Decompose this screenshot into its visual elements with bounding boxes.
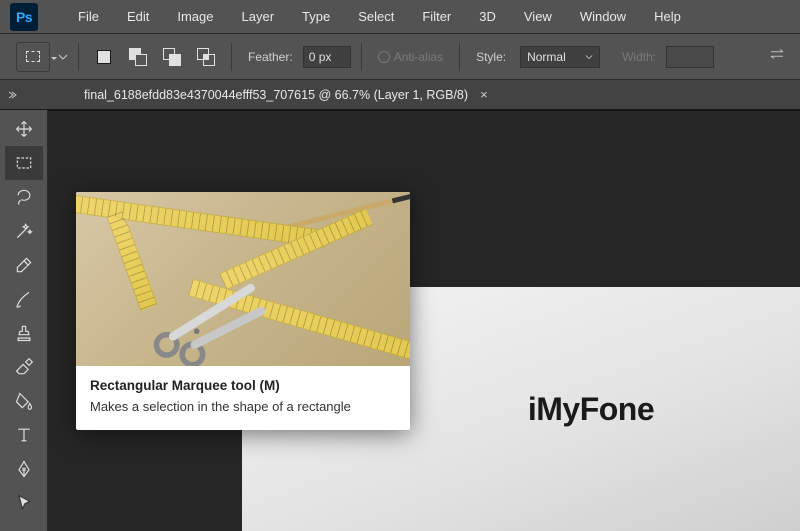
clone-stamp-tool[interactable] — [5, 316, 43, 350]
eraser-tool[interactable] — [5, 350, 43, 384]
tool-tooltip: Rectangular Marquee tool (M) Makes a sel… — [76, 192, 410, 430]
marquee-icon — [14, 153, 34, 173]
document-tab[interactable]: final_6188efdd83e4370044efff53_707615 @ … — [72, 80, 500, 109]
menu-view[interactable]: View — [510, 5, 566, 28]
magic-wand-tool[interactable] — [5, 214, 43, 248]
document-tab-bar: final_6188efdd83e4370044efff53_707615 @ … — [0, 80, 800, 110]
watermark-text: iMyFone — [528, 391, 654, 428]
selection-intersect-icon — [197, 48, 215, 66]
width-label: Width: — [622, 50, 656, 64]
divider — [361, 43, 362, 71]
feather-label: Feather: — [248, 50, 293, 64]
wand-icon — [14, 221, 34, 241]
options-bar: Feather: Anti-alias Style: Normal Width: — [0, 34, 800, 80]
rectangular-marquee-tool[interactable] — [5, 146, 43, 180]
checkbox-icon — [378, 51, 390, 63]
swap-icon — [768, 47, 786, 61]
menu-help[interactable]: Help — [640, 5, 695, 28]
path-selection-tool[interactable] — [5, 486, 43, 520]
chevron-down-icon — [585, 53, 593, 61]
selection-subtract-button[interactable] — [158, 43, 186, 71]
brush-icon — [14, 289, 34, 309]
menu-edit[interactable]: Edit — [113, 5, 163, 28]
divider — [231, 43, 232, 71]
expand-icon — [7, 90, 17, 100]
eyedropper-tool[interactable] — [5, 248, 43, 282]
tool-dropdown-chevron-icon[interactable] — [58, 52, 68, 62]
tooltip-preview-image — [76, 192, 410, 366]
expand-panels-button[interactable] — [0, 80, 24, 109]
tooltip-description: Makes a selection in the shape of a rect… — [90, 399, 396, 414]
stamp-icon — [14, 323, 34, 343]
app-logo: Ps — [10, 3, 38, 31]
menu-layer[interactable]: Layer — [228, 5, 289, 28]
menu-type[interactable]: Type — [288, 5, 344, 28]
cursor-icon — [14, 493, 34, 513]
divider — [78, 43, 79, 71]
selection-new-icon — [97, 50, 111, 64]
pen-tool[interactable] — [5, 452, 43, 486]
menu-bar: Ps File Edit Image Layer Type Select Fil… — [0, 0, 800, 34]
bucket-icon — [14, 391, 34, 411]
move-tool[interactable] — [5, 112, 43, 146]
paint-bucket-tool[interactable] — [5, 384, 43, 418]
type-tool[interactable] — [5, 418, 43, 452]
menu-select[interactable]: Select — [344, 5, 408, 28]
type-icon — [14, 425, 34, 445]
menu-image[interactable]: Image — [163, 5, 227, 28]
lasso-tool[interactable] — [5, 180, 43, 214]
feather-input[interactable] — [303, 46, 351, 68]
eraser-icon — [14, 357, 34, 377]
style-dropdown[interactable]: Normal — [520, 46, 600, 68]
tab-close-button[interactable]: × — [480, 87, 488, 102]
menu-file[interactable]: File — [64, 5, 113, 28]
move-icon — [14, 119, 34, 139]
selection-new-button[interactable] — [90, 43, 118, 71]
selection-intersect-button[interactable] — [192, 43, 220, 71]
pen-icon — [14, 459, 34, 479]
divider — [459, 43, 460, 71]
tools-panel — [0, 110, 48, 531]
style-value: Normal — [527, 50, 566, 64]
menu-filter[interactable]: Filter — [408, 5, 465, 28]
selection-add-icon — [129, 48, 147, 66]
style-label: Style: — [476, 50, 506, 64]
swap-wh-button[interactable] — [768, 47, 786, 66]
tooltip-title: Rectangular Marquee tool (M) — [90, 378, 396, 393]
active-tool-indicator[interactable] — [16, 42, 50, 72]
selection-subtract-icon — [163, 48, 181, 66]
eyedropper-icon — [14, 255, 34, 275]
document-tab-title: final_6188efdd83e4370044efff53_707615 @ … — [84, 88, 468, 102]
brush-tool[interactable] — [5, 282, 43, 316]
antialias-label: Anti-alias — [394, 50, 443, 64]
selection-add-button[interactable] — [124, 43, 152, 71]
marquee-icon — [26, 51, 40, 62]
lasso-icon — [14, 187, 34, 207]
width-input — [666, 46, 714, 68]
menu-window[interactable]: Window — [566, 5, 640, 28]
antialias-checkbox: Anti-alias — [378, 50, 443, 64]
menu-3d[interactable]: 3D — [465, 5, 510, 28]
